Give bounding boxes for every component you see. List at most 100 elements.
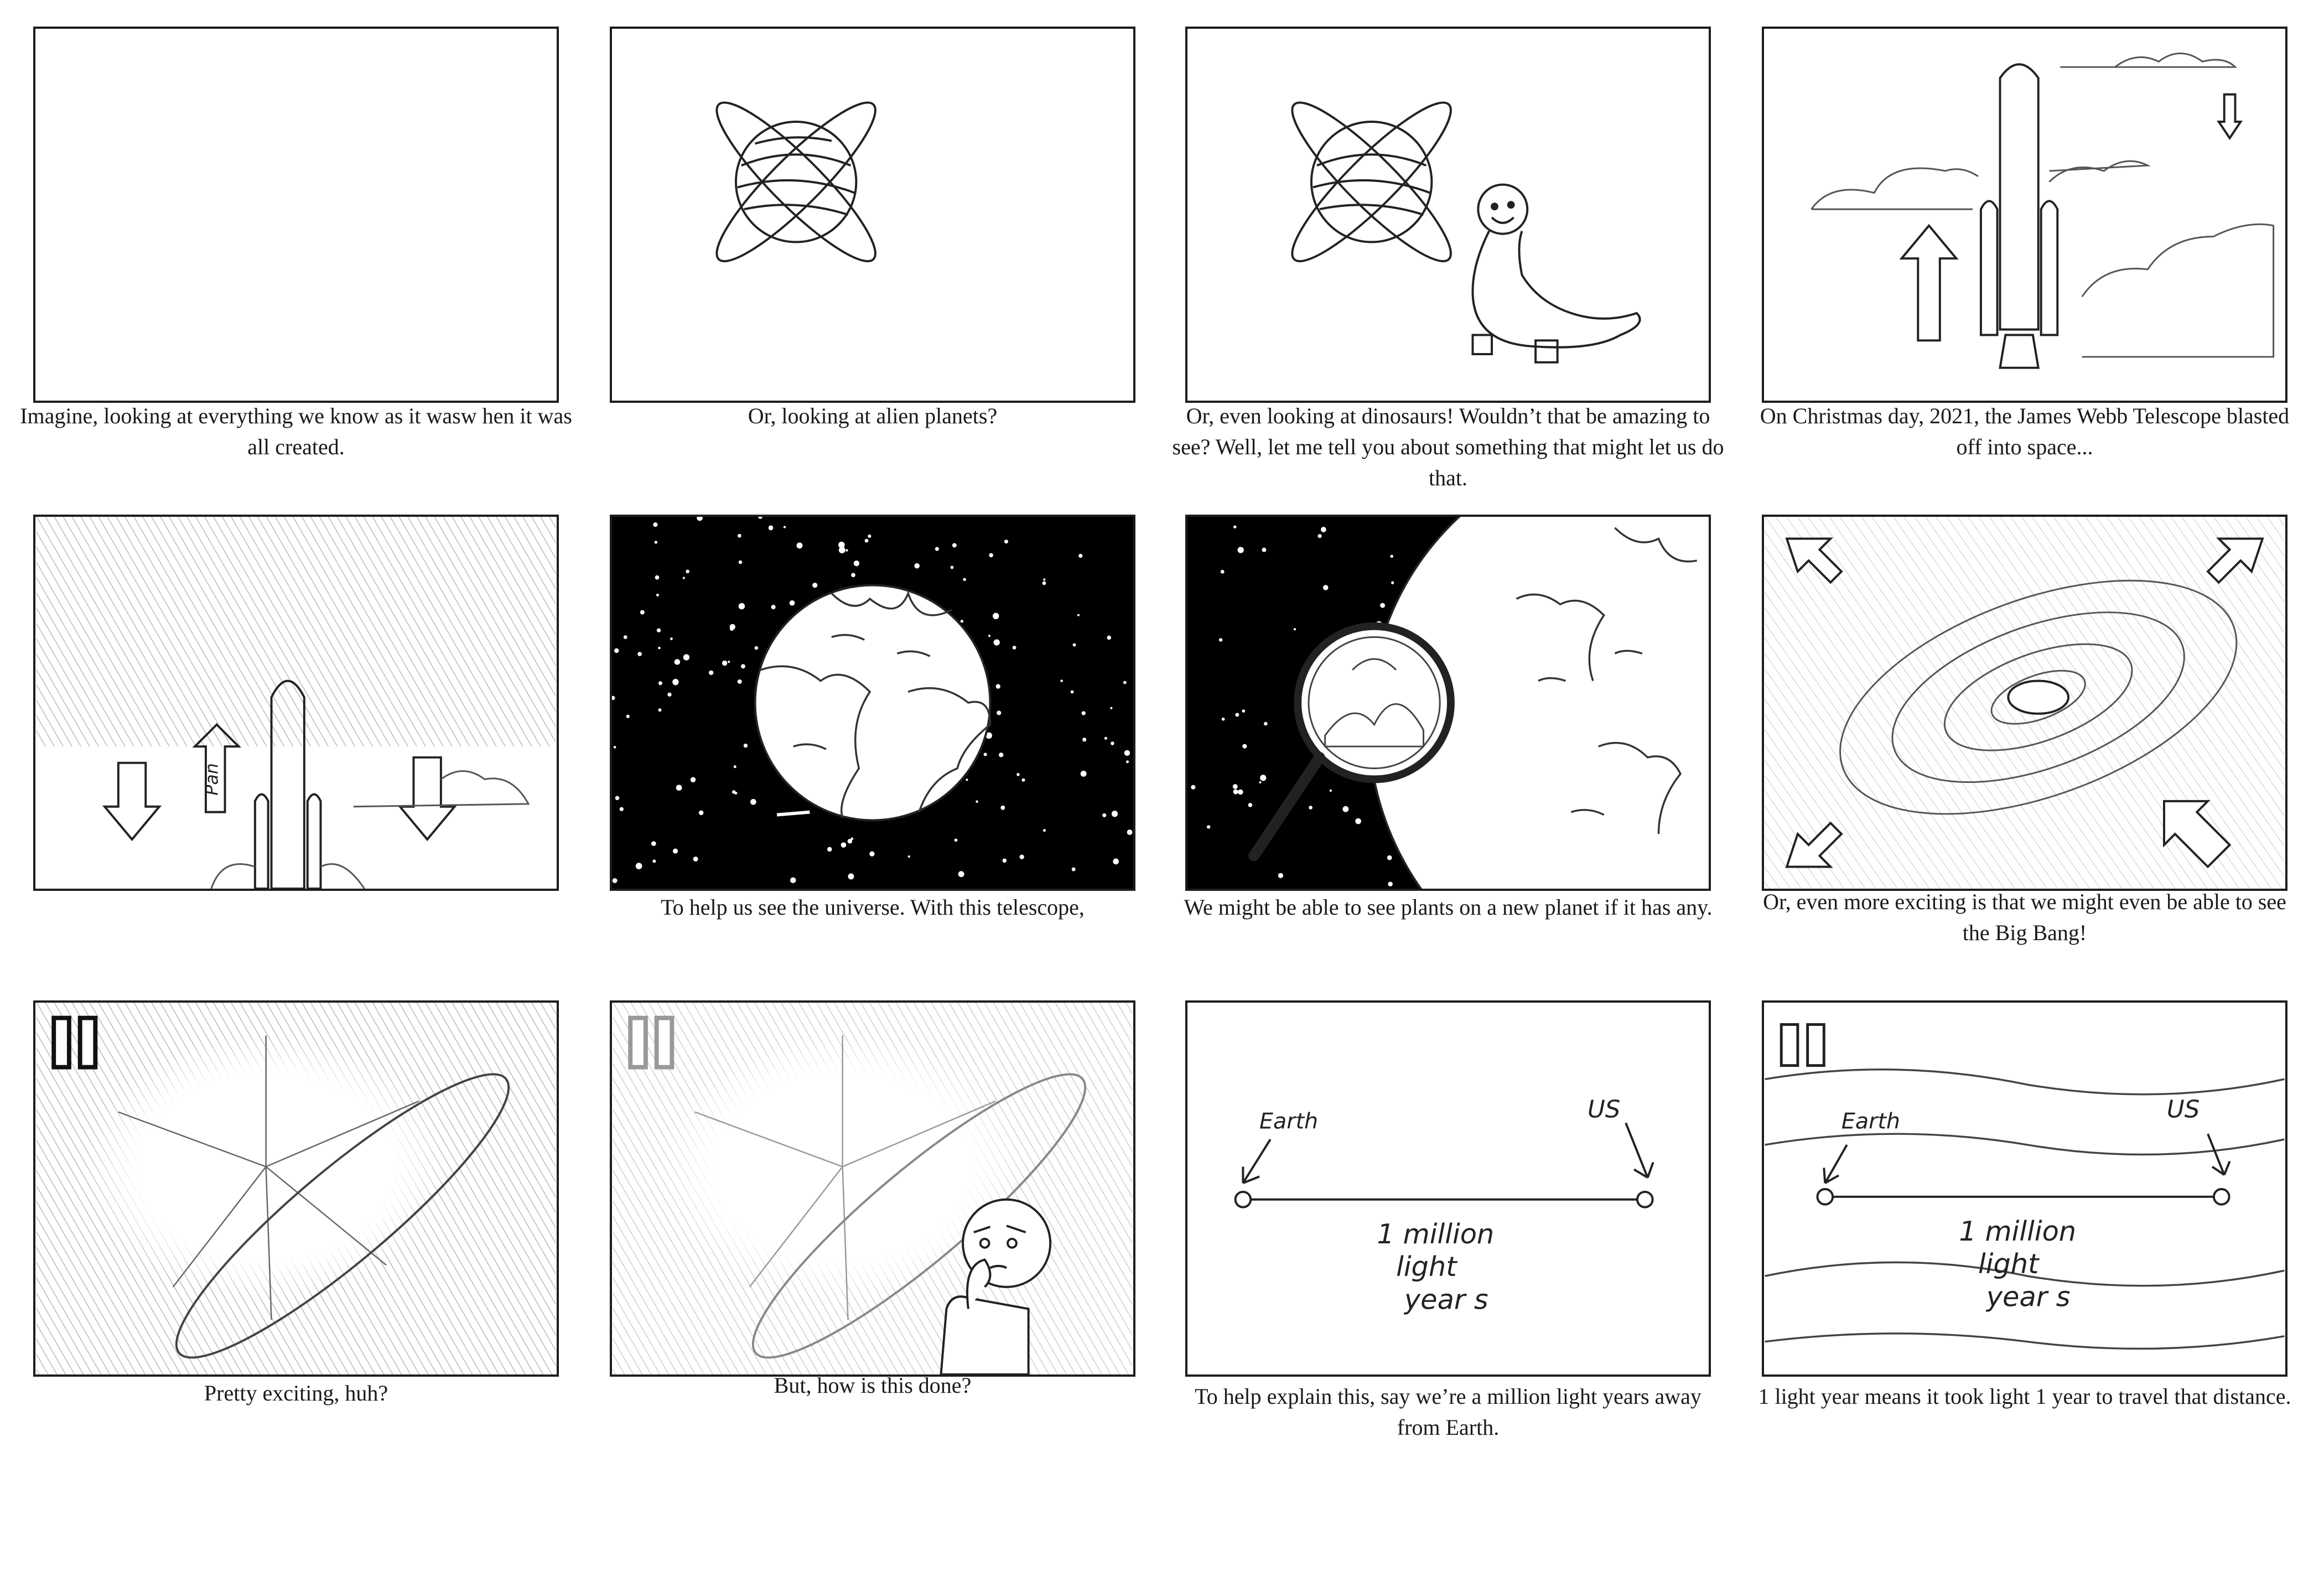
star [652,859,656,863]
star [771,605,776,610]
star [768,525,774,531]
star [851,573,855,578]
star [683,654,690,661]
star [667,692,672,697]
star [841,842,847,848]
star [1259,781,1262,784]
panel-8-caption: Or, even more exciting is that we might … [1763,889,2286,945]
star [1329,789,1332,792]
panel-6-caption: To help us see the universe. With this t… [661,895,1085,920]
star [1355,818,1361,824]
star [1191,785,1196,790]
star [1043,578,1046,581]
star [613,745,616,749]
star [623,635,627,639]
star [1321,527,1326,532]
star [1042,829,1046,832]
star [1081,711,1086,715]
storyboard-panel-5: Pan [33,515,559,891]
star [812,583,818,588]
star [1016,772,1020,776]
star [640,610,645,615]
star [656,628,661,632]
star [1111,741,1114,745]
star [672,848,678,854]
earth-label-2: Earth [1841,1108,1900,1134]
storyboard-panel-4 [1762,27,2287,403]
star [686,569,689,574]
star [966,779,968,781]
star [914,563,920,569]
panel-3-caption: Or, even looking at dinosaurs! Wouldn’t … [1172,403,1724,490]
us-label-2: US [2167,1096,2200,1124]
star [853,560,860,567]
star [1293,628,1296,631]
star [619,807,624,811]
star [963,578,966,582]
star [999,753,1004,758]
star [612,878,618,883]
star [754,646,759,650]
star [827,847,832,852]
star [729,627,734,631]
star [690,777,696,782]
star [1262,547,1267,552]
star [1111,811,1118,817]
star [1248,803,1253,807]
star [1390,554,1393,558]
alien-planet-drawing [715,101,876,262]
storyboard-panel-7 [1185,515,1711,891]
star [1264,722,1268,726]
star [995,684,1000,689]
star [1233,789,1238,795]
star [698,810,704,816]
thinking-person-drawing [613,1003,1133,1374]
panel-1-caption: Imagine, looking at everything we know a… [20,403,572,459]
storyboard-panel-1 [33,27,559,403]
star [1127,829,1133,836]
star [1342,806,1349,812]
star [672,678,679,686]
star [728,661,730,663]
star [1104,736,1107,740]
star [1042,581,1046,585]
light-waves-distance-diagram: Earth US 1 million light year s [1765,1023,2285,1350]
star [789,600,795,606]
star [1232,784,1238,789]
star [740,664,745,669]
star [1388,881,1393,887]
star [709,670,714,675]
star [993,639,1000,646]
star [845,549,848,552]
panel-11-caption: To help explain this, say we’re a millio… [1195,1384,1702,1440]
pan-arrow-label: Pan [203,763,222,795]
star [1220,569,1225,574]
star [1237,547,1244,553]
star [732,790,736,794]
star [954,838,958,842]
star [1391,581,1394,584]
storyboard-panel-8 [1762,515,2287,891]
star [651,841,656,846]
star [676,785,682,791]
star [1078,553,1083,558]
star [1380,603,1386,608]
star [952,543,957,548]
star [1004,540,1008,544]
star [790,877,796,884]
star [670,637,673,640]
star [1221,717,1225,721]
distance-line-1b: 1 million [1959,1215,2076,1247]
star [1000,805,1005,810]
panel-2-caption: Or, looking at alien planets? [748,403,998,428]
star [1071,867,1076,872]
storyboard-panel-12: Earth US 1 million light year s [1762,1000,2287,1377]
star [1317,534,1322,538]
star [1238,789,1243,795]
star [1082,738,1087,742]
star [1110,707,1113,709]
star [614,648,619,653]
storyboard-panel-3 [1185,27,1711,403]
star [1387,855,1392,860]
distance-diagram: Earth US 1 million light year s [1234,1096,1654,1315]
